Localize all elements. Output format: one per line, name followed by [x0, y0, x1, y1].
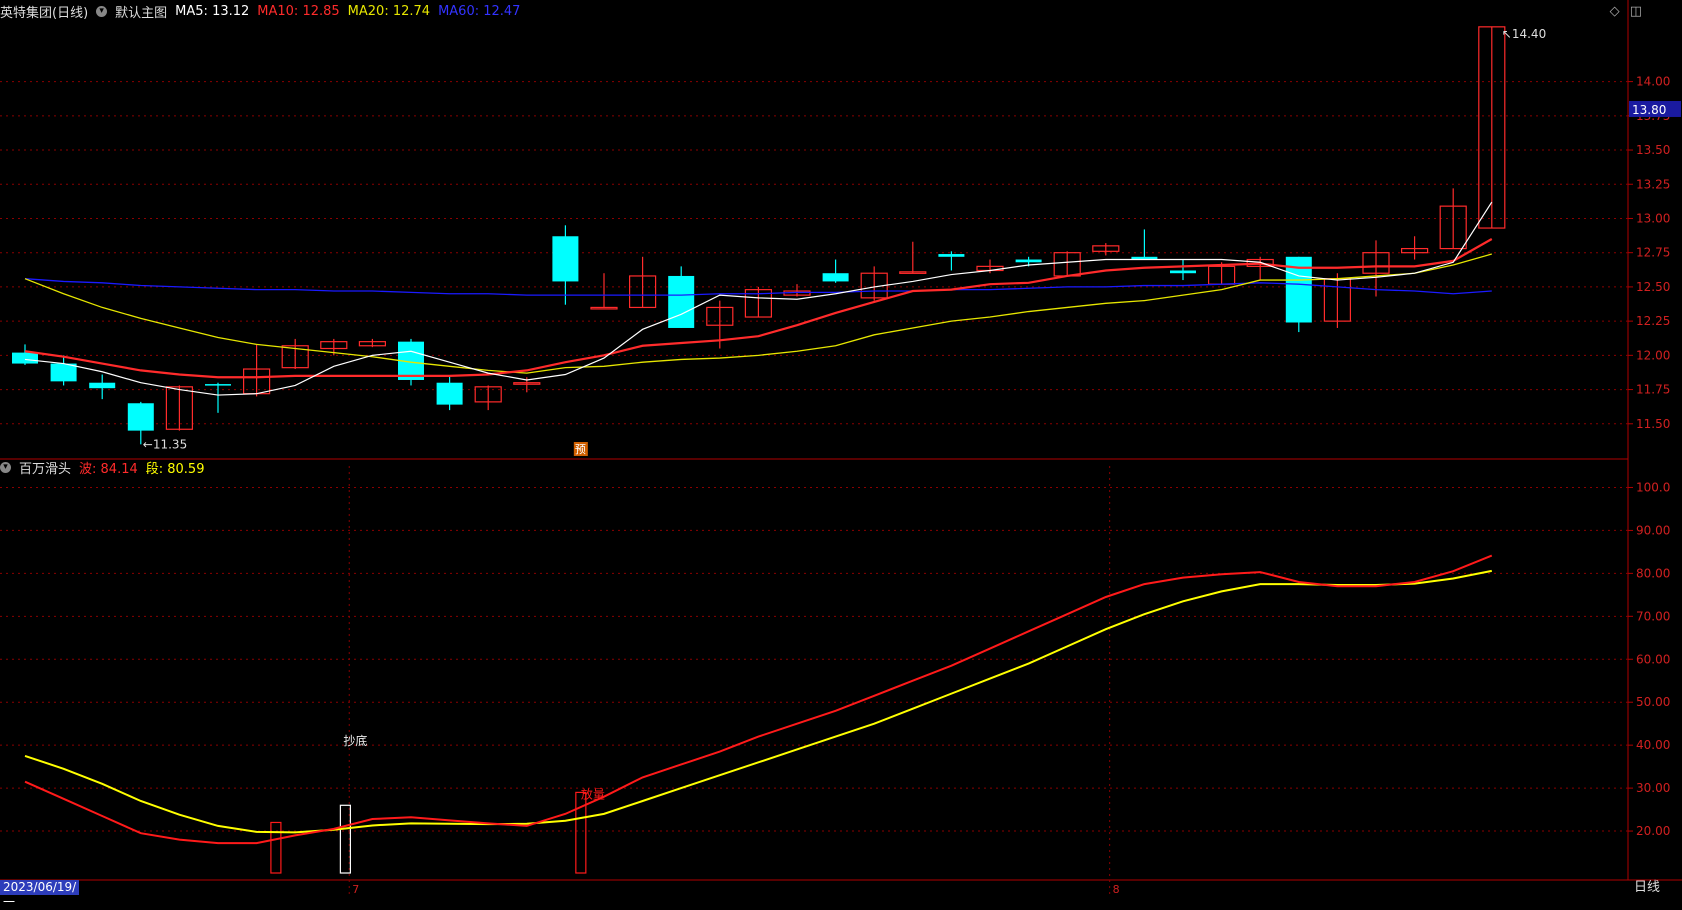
price-tick-label: 13.50: [1636, 143, 1670, 157]
candle-body: [552, 236, 579, 282]
period-label[interactable]: 日线: [1634, 880, 1660, 896]
forecast-marker: 预: [575, 443, 586, 456]
price-tick-label: 13.00: [1636, 211, 1670, 225]
low-price-annotation: ←11.35: [143, 437, 187, 451]
candle-body: [1170, 270, 1196, 274]
high-price-annotation: ↖14.40: [1502, 27, 1546, 41]
price-tick-label: 13.25: [1636, 177, 1670, 191]
candle-body: [50, 363, 77, 382]
indicator-tick-label: 70.00: [1636, 609, 1670, 623]
indicator-tick-label: 50.00: [1636, 695, 1670, 709]
indicator-tick-label: 90.00: [1636, 523, 1670, 537]
candle-body: [436, 382, 463, 405]
indicator-tick-label: 30.00: [1636, 781, 1670, 795]
indicator-tick-label: 80.00: [1636, 566, 1670, 580]
candle-body: [590, 306, 618, 310]
indicator-tick-label: 20.00: [1636, 824, 1670, 838]
wave-line: [24, 554, 1493, 845]
indicator-tick-label: 40.00: [1636, 738, 1670, 752]
candle-body: [1015, 259, 1042, 263]
price-tick-label: 12.75: [1636, 246, 1670, 260]
indicator-tick-label: 60.00: [1636, 652, 1670, 666]
candle-body: [205, 384, 231, 386]
signal-bar: [270, 821, 282, 874]
candle-body: [127, 403, 154, 431]
candle-body: [668, 275, 695, 328]
signal-label: 抄底: [343, 733, 367, 748]
price-tick-label: 12.00: [1636, 348, 1670, 362]
month-marker: 7: [352, 883, 359, 896]
month-marker: 8: [1113, 883, 1120, 896]
stock-chart[interactable]: 11.50 11.75 12.00 12.25 12.50 12.75 13.00 13.25…: [0, 0, 1682, 896]
current-price-label: 13.80: [1632, 103, 1666, 117]
candle-body: [822, 273, 849, 282]
price-tick-label: 12.25: [1636, 314, 1670, 328]
price-tick-label: 11.75: [1636, 383, 1670, 397]
price-tick-label: 14.00: [1636, 75, 1670, 89]
price-tick-label: 11.50: [1636, 417, 1670, 431]
segment-line: [24, 569, 1492, 834]
current-date: 2023/06/19/一: [0, 880, 80, 909]
signal-label: 放量: [581, 786, 605, 801]
indicator-tick-label: 100.0: [1636, 480, 1670, 494]
candle-body: [12, 352, 38, 364]
candle-body: [89, 382, 116, 389]
price-tick-label: 12.50: [1636, 280, 1670, 294]
candle-body: [938, 254, 965, 257]
